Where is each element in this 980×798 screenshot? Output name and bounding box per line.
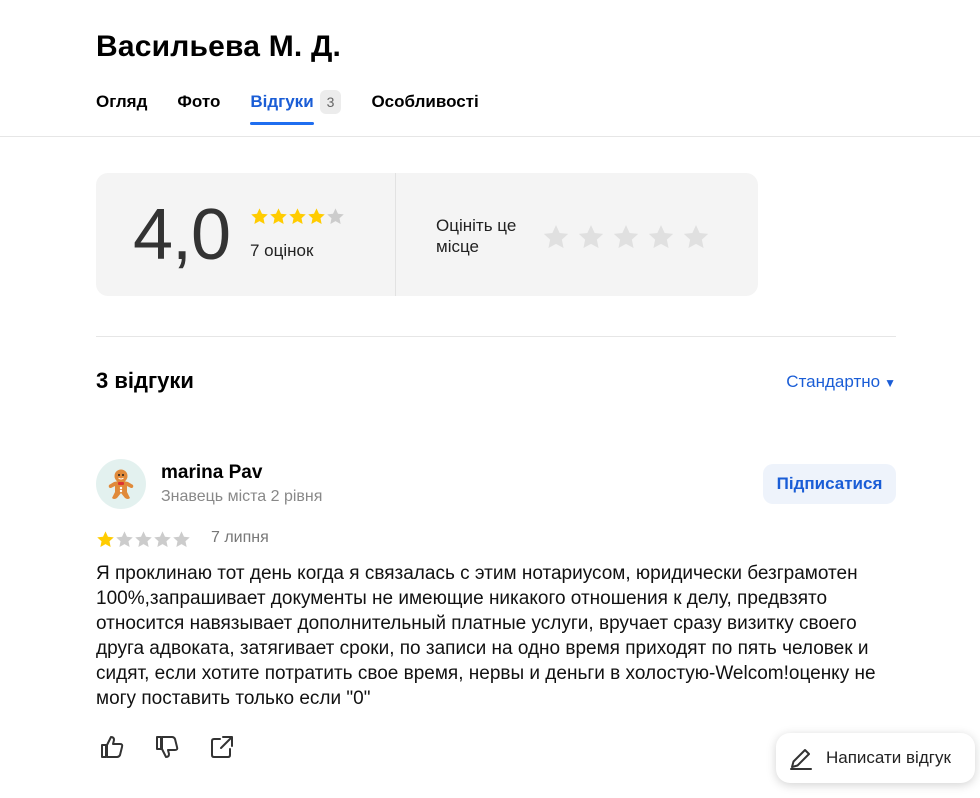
- star-icon: [116, 531, 133, 548]
- rate-place-label: Оцініть це місце: [436, 216, 517, 256]
- star-icon: [289, 208, 306, 225]
- review-stars: [96, 530, 191, 549]
- star-icon: [327, 208, 344, 225]
- star-icon: [97, 531, 114, 548]
- star-icon: [154, 531, 171, 548]
- write-review-button[interactable]: Написати відгук: [776, 733, 975, 783]
- rate-star-icon[interactable]: [647, 223, 675, 251]
- tab-features[interactable]: Особливості: [371, 90, 478, 114]
- share-icon[interactable]: [208, 733, 236, 761]
- review-text: Я проклинаю тот день когда я связалась с…: [96, 563, 876, 709]
- tab-photo[interactable]: Фото: [177, 90, 220, 114]
- star-icon: [270, 208, 287, 225]
- tab-reviews-count-badge: 3: [319, 90, 342, 114]
- review-author-name[interactable]: marina Pav: [161, 462, 262, 484]
- rating-summary-card: 4,0 7 оцінок Оцініть це місце: [96, 173, 758, 296]
- tab-overview[interactable]: Огляд: [96, 90, 147, 114]
- write-review-label: Написати відгук: [826, 748, 951, 767]
- rate-star-icon[interactable]: [542, 223, 570, 251]
- tab-overview-label: Огляд: [96, 92, 148, 111]
- subscribe-button[interactable]: Підписатися: [763, 464, 896, 504]
- tab-reviews[interactable]: Відгуки 3: [250, 90, 342, 125]
- rating-summary: 4,0 7 оцінок: [96, 173, 396, 296]
- rate-star-icon[interactable]: [577, 223, 605, 251]
- page-title: Васильева М. Д.: [96, 30, 342, 63]
- rating-value: 4,0: [133, 195, 231, 275]
- caret-down-icon: ▼: [884, 376, 896, 390]
- header: Васильева М. Д. Огляд Фото Відгуки 3 Осо…: [0, 0, 980, 137]
- pencil-icon: [790, 749, 812, 770]
- review-author-level: Знавець міста 2 рівня: [161, 488, 323, 505]
- tab-bar: Огляд Фото Відгуки 3 Особливості: [96, 90, 509, 125]
- gingerbread-man-icon: [108, 469, 134, 499]
- divider: [96, 336, 896, 337]
- tab-photo-label: Фото: [177, 92, 221, 111]
- reviews-title: 3 відгуки: [96, 368, 194, 393]
- star-icon: [135, 531, 152, 548]
- rate-place-stars: [542, 223, 717, 251]
- star-icon: [308, 208, 325, 225]
- review-date: 7 липня: [211, 529, 269, 546]
- star-icon: [173, 531, 190, 548]
- rating-count: 7 оцінок: [250, 241, 314, 260]
- rate-star-icon[interactable]: [612, 223, 640, 251]
- rate-star-icon[interactable]: [682, 223, 710, 251]
- avatar[interactable]: [96, 459, 146, 509]
- thumbs-up-icon[interactable]: [98, 733, 126, 761]
- tab-reviews-label: Відгуки: [250, 92, 314, 125]
- sort-dropdown[interactable]: Стандартно ▼: [786, 372, 896, 392]
- rating-stars: [250, 207, 345, 226]
- sort-label: Стандартно: [786, 372, 881, 391]
- thumbs-down-icon[interactable]: [153, 733, 181, 761]
- review-actions: [98, 733, 263, 761]
- tab-features-label: Особливості: [371, 92, 479, 111]
- star-icon: [251, 208, 268, 225]
